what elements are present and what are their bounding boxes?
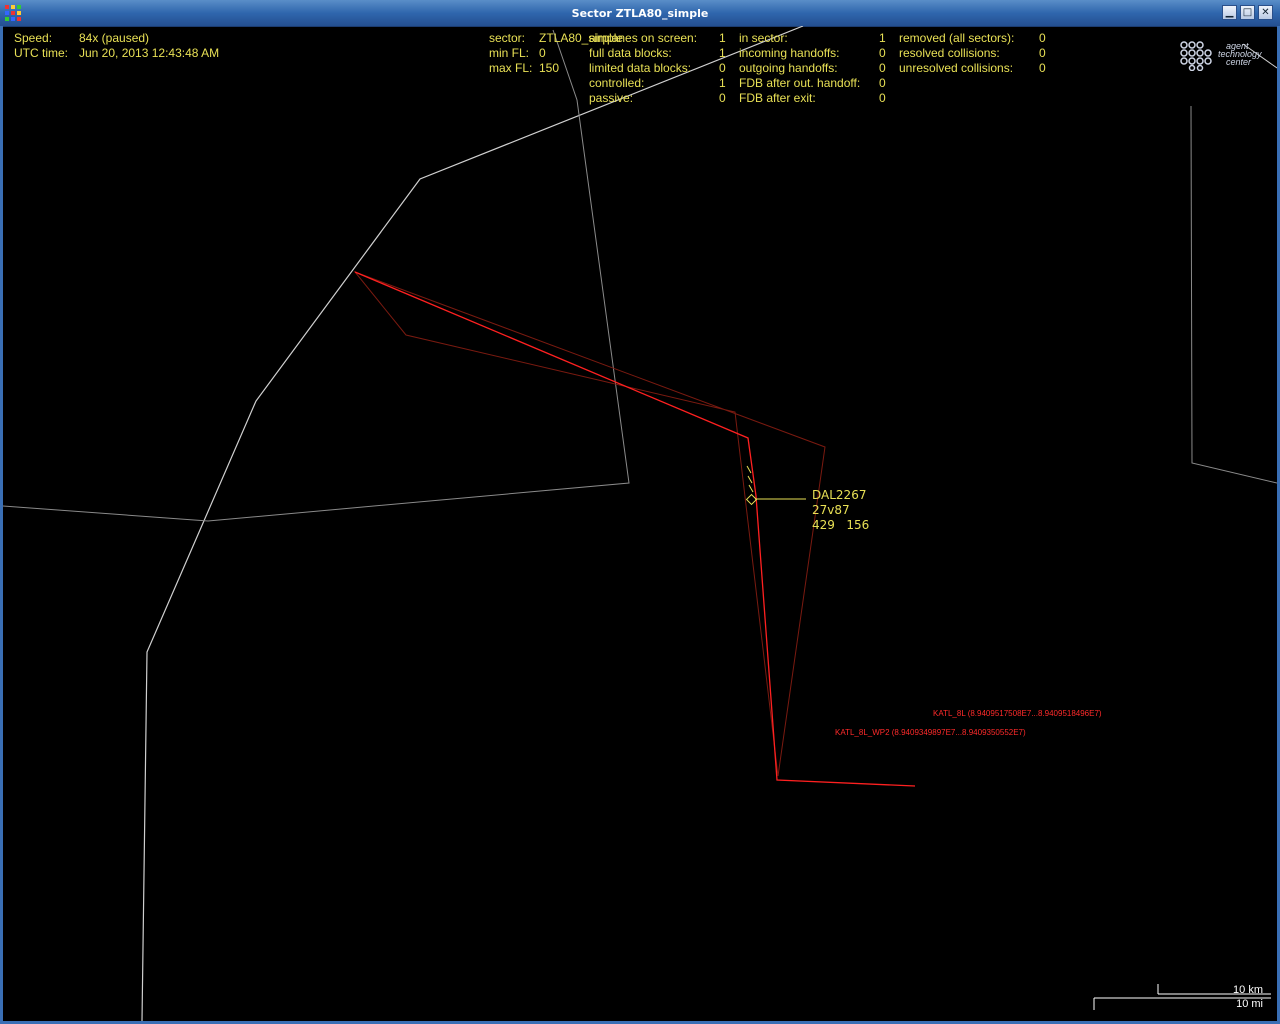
speed-value: 84x (paused): [79, 31, 150, 45]
stat-value: 0: [719, 91, 726, 105]
history-trail-1: [746, 465, 752, 474]
max-fl-value: 150: [539, 61, 560, 75]
stat-label: full data blocks:: [589, 46, 672, 60]
stat-value: 1: [719, 31, 726, 45]
min-fl-value: 0: [539, 46, 546, 60]
stat-label: outgoing handoffs:: [739, 61, 838, 75]
stat-label: removed (all sectors):: [899, 31, 1015, 45]
maximize-button[interactable]: □: [1240, 5, 1255, 20]
stat-value: 0: [879, 91, 886, 105]
radar-window: Sector ZTLA80_simple ▁ □ ✕ Speed: 84x (p…: [0, 0, 1280, 1024]
agent-technology-center-logo: agent technology center: [1178, 39, 1270, 71]
min-fl-label: min FL:: [489, 46, 530, 60]
window-title: Sector ZTLA80_simple: [571, 7, 709, 20]
adjacent-sector-boundary: [3, 29, 630, 522]
radar-canvas[interactable]: Speed: 84x (paused) UTC time: Jun 20, 20…: [3, 26, 1277, 1021]
aircraft-data-block[interactable]: DAL2267 27v87 429 156: [812, 488, 869, 533]
stat-value: 0: [1039, 61, 1046, 75]
logo-grid-icon: [1180, 41, 1212, 71]
logo-line-3: center: [1226, 57, 1252, 67]
minimize-icon: ▁: [1225, 7, 1234, 18]
utc-value: Jun 20, 2013 12:43:48 AM: [79, 46, 220, 60]
stat-label: FDB after out. handoff:: [739, 76, 861, 90]
stat-label: airplanes on screen:: [589, 31, 698, 45]
stat-value: 0: [879, 61, 886, 75]
aircraft-speed: 429: [812, 518, 835, 532]
stat-label: incoming handoffs:: [739, 46, 840, 60]
aircraft-altitude-info: 27v87: [812, 503, 850, 517]
aircraft-heading: 156: [846, 518, 870, 532]
aircraft-symbol[interactable]: [745, 493, 758, 506]
close-icon: ✕: [1261, 7, 1270, 18]
stat-value: 1: [879, 31, 886, 45]
max-fl-label: max FL:: [489, 61, 533, 75]
scale-mi-label: 10 mi: [1236, 998, 1263, 1010]
speed-label: Speed:: [14, 31, 53, 45]
stat-value: 0: [879, 76, 886, 90]
stat-value: 1: [719, 76, 726, 90]
adjacent-sector-boundary-right: [1190, 105, 1277, 484]
stat-label: resolved collisions:: [899, 46, 1000, 60]
stat-label: controlled:: [589, 76, 645, 90]
stat-label: passive:: [589, 91, 634, 105]
stat-value: 0: [1039, 46, 1046, 60]
sector-label: sector:: [489, 31, 526, 45]
route-corridor: [353, 270, 826, 777]
waypoint-label: KATL_8L (8.9409517508E7...8.9409518496E7…: [933, 709, 1102, 718]
minimize-button[interactable]: ▁: [1222, 5, 1237, 20]
history-trail-3: [748, 484, 754, 493]
radar-map[interactable]: [3, 26, 1277, 1021]
title-bar[interactable]: Sector ZTLA80_simple ▁ □ ✕: [0, 0, 1280, 27]
aircraft-callsign: DAL2267: [812, 488, 867, 502]
map-scale: 10 km 10 mi: [1095, 984, 1271, 1014]
stat-value: 1: [719, 46, 726, 60]
stat-value: 0: [719, 61, 726, 75]
sector-boundary: [141, 26, 804, 1021]
stat-label: limited data blocks:: [589, 61, 692, 75]
close-button[interactable]: ✕: [1258, 5, 1273, 20]
maximize-icon: □: [1242, 7, 1253, 18]
stat-value: 0: [1039, 31, 1046, 45]
history-trail-2: [747, 475, 753, 484]
aircraft-speed-heading: 429 156: [812, 518, 869, 533]
stat-value: 0: [879, 46, 886, 60]
utc-label: UTC time:: [14, 46, 68, 60]
stat-label: in sector:: [739, 31, 788, 45]
waypoint-label: KATL_8L_WP2 (8.9409349897E7...8.94093505…: [835, 728, 1026, 737]
scale-km-label: 10 km: [1233, 984, 1263, 996]
stat-label: unresolved collisions:: [899, 61, 1014, 75]
stat-label: FDB after exit:: [739, 91, 816, 105]
